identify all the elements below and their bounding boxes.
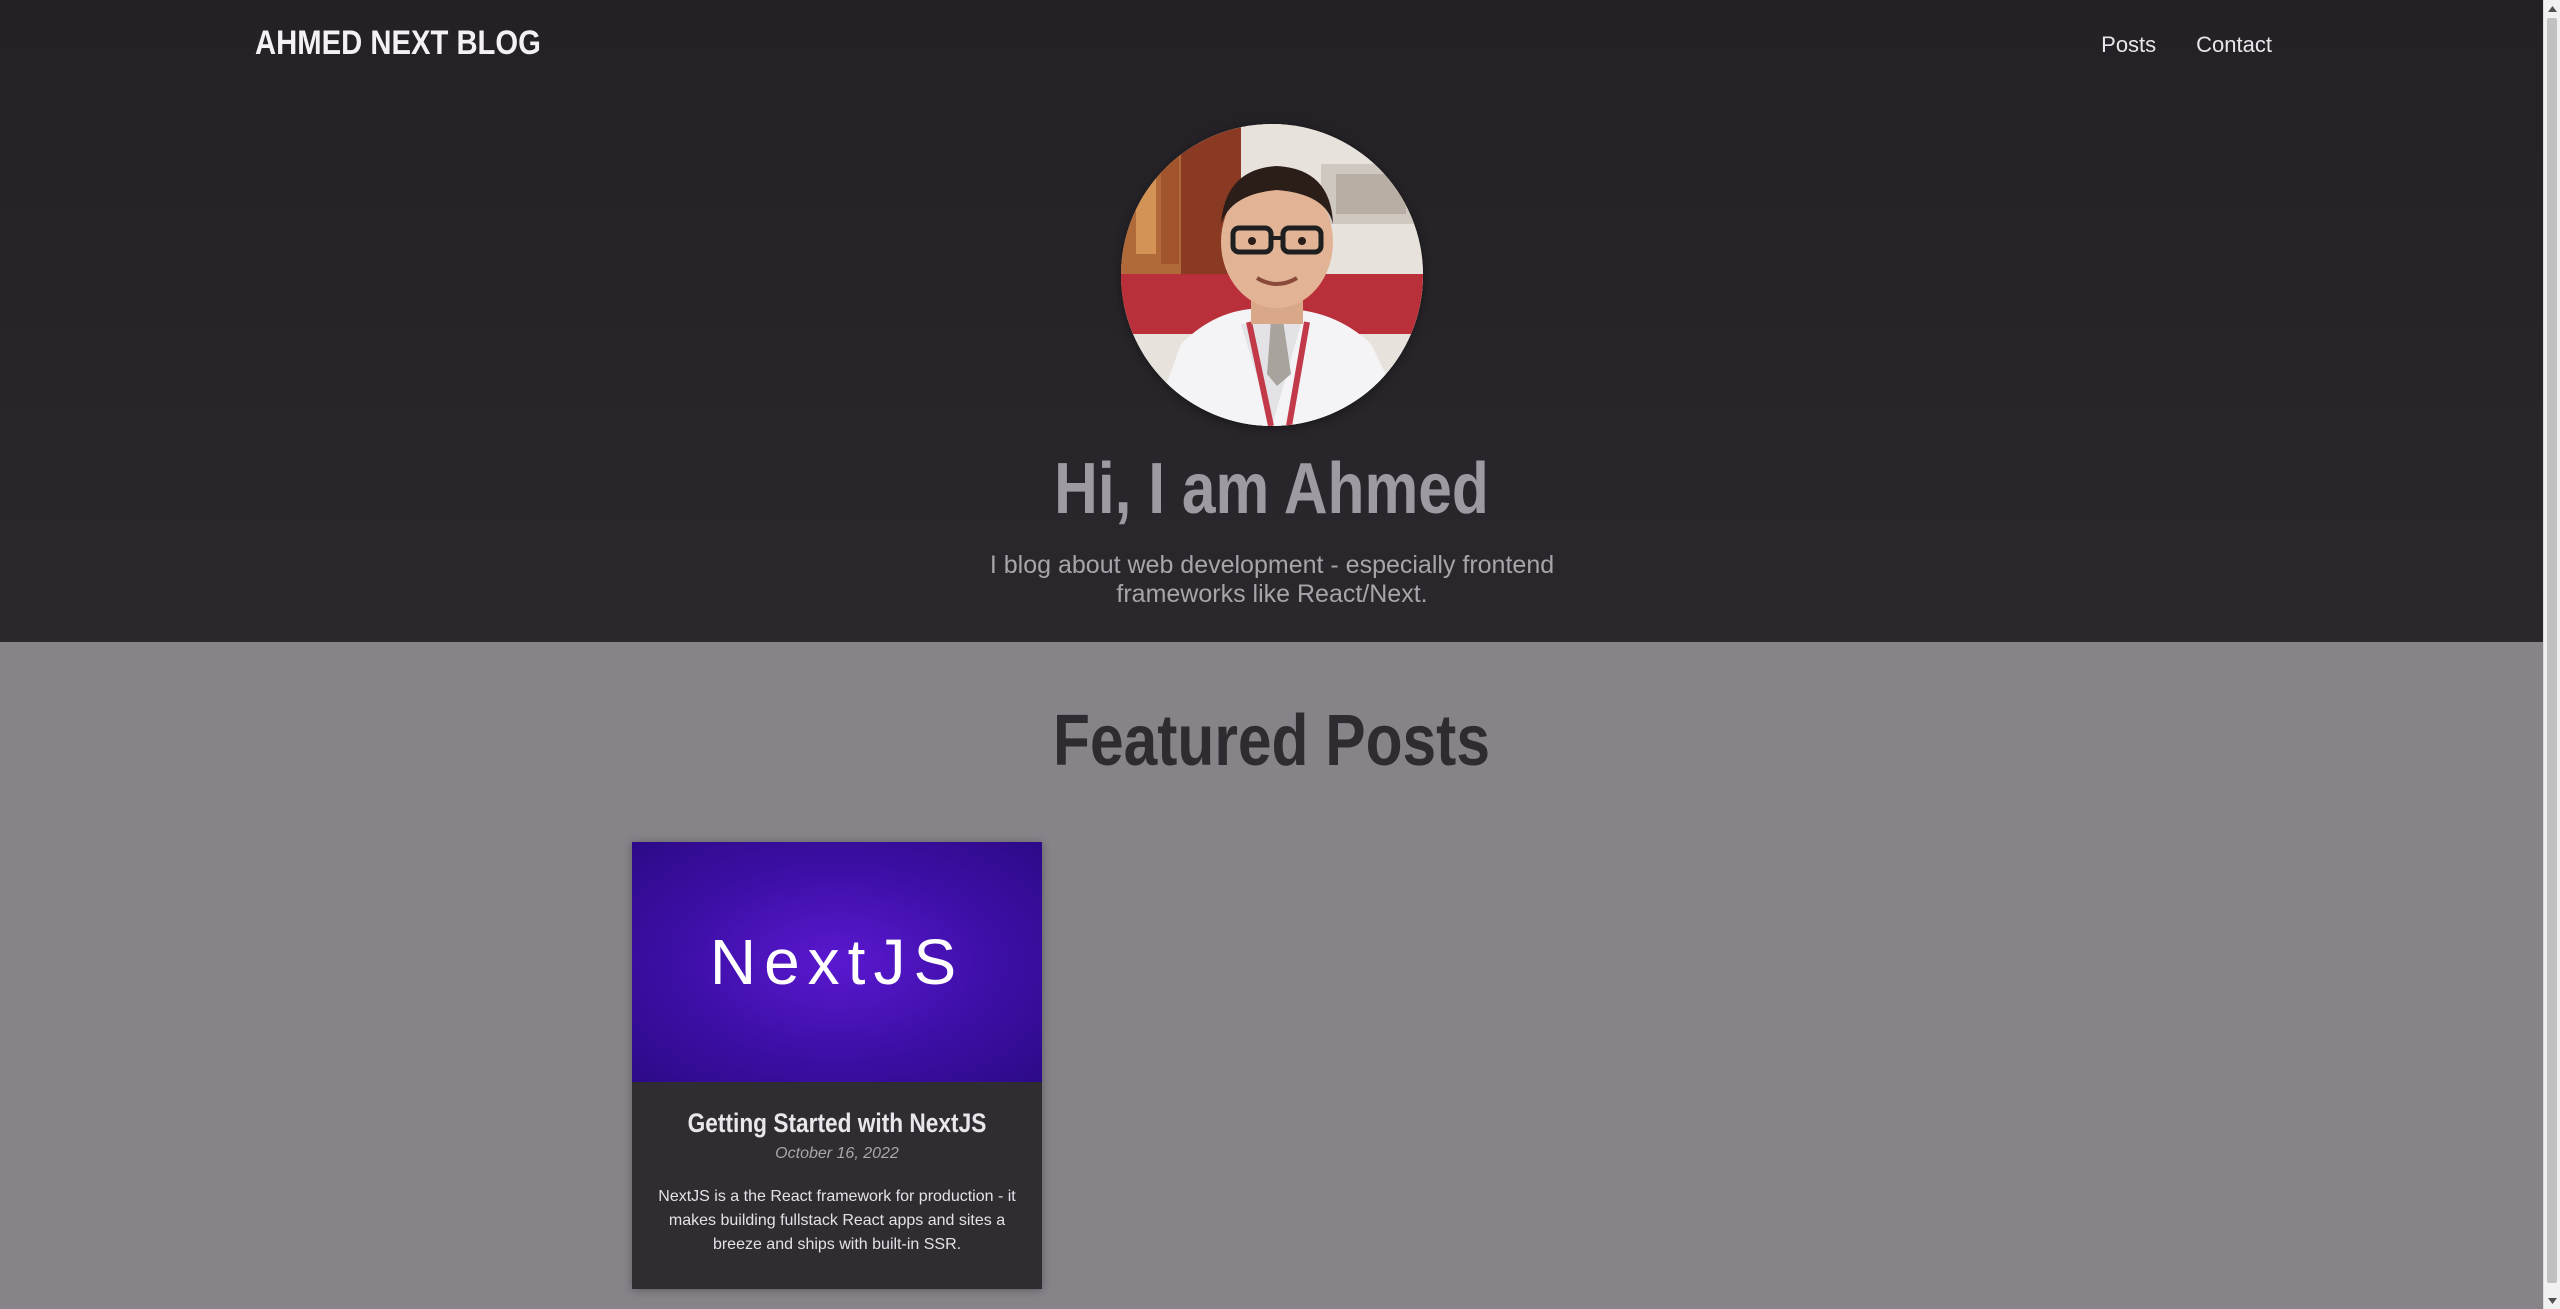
hero-section: AHMED NEXT BLOG Posts Contact Hi, I am A… [0,0,2543,642]
main-nav: Posts Contact [2101,32,2272,58]
scroll-up-arrow-icon[interactable] [2544,0,2560,17]
hero-title: Hi, I am Ahmed [1054,449,1489,529]
scrollbar-thumb[interactable] [2547,18,2557,1283]
post-card-title[interactable]: Getting Started with NextJS [665,1108,1009,1139]
top-navigation: AHMED NEXT BLOG Posts Contact [0,0,2543,92]
site-logo[interactable]: AHMED NEXT BLOG [255,24,541,63]
post-card-date: October 16, 2022 [775,1145,899,1162]
scroll-down-arrow-icon[interactable] [2544,1292,2560,1309]
author-avatar [1121,124,1423,426]
hero-subtitle: I blog about web development - especiall… [989,551,1555,608]
post-card-excerpt: NextJS is a the React framework for prod… [658,1188,1016,1253]
nav-link-contact[interactable]: Contact [2196,32,2272,58]
nav-link-posts[interactable]: Posts [2101,32,2156,58]
featured-posts-title: Featured Posts [1053,701,1490,781]
vertical-scrollbar[interactable] [2543,0,2560,1309]
post-card[interactable]: NextJS Getting Started with NextJS Octob… [632,842,1042,1289]
page: AHMED NEXT BLOG Posts Contact Hi, I am A… [0,0,2560,1309]
post-card-image[interactable]: NextJS [632,842,1042,1082]
post-card-image-text: NextJS [709,926,965,998]
